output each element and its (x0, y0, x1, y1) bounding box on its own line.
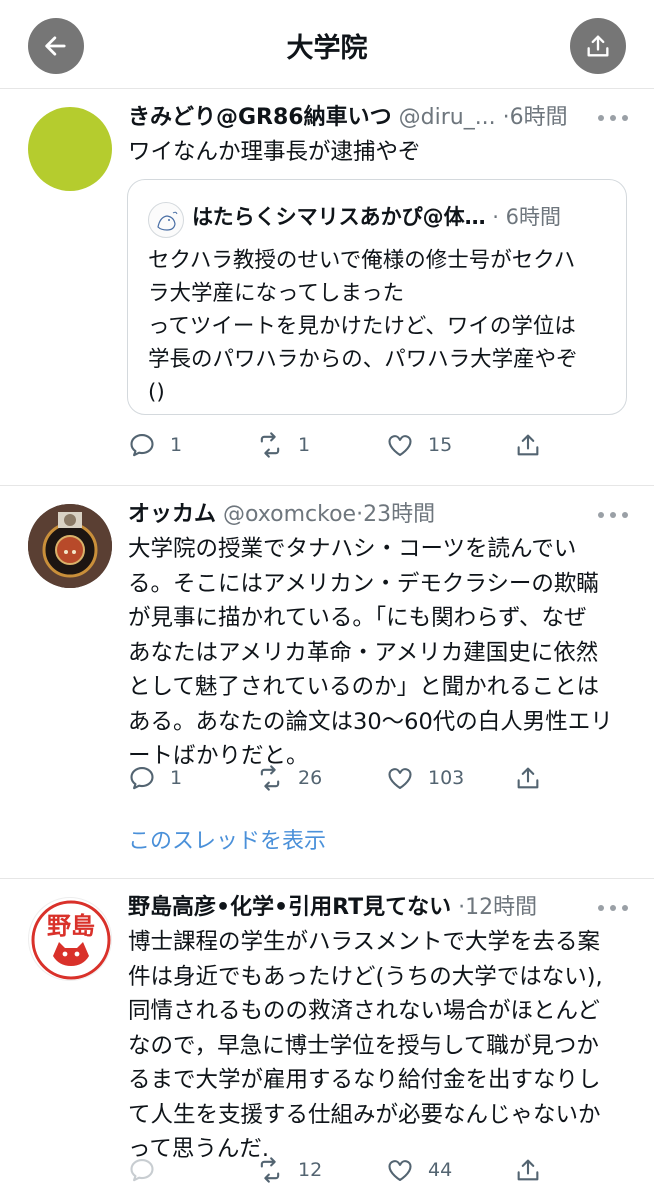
like-count: 103 (428, 767, 465, 789)
quote-timestamp: · 6時間 (492, 205, 561, 229)
chipmunk-sketch-icon (157, 211, 178, 231)
share-icon (517, 1159, 539, 1181)
reply-button[interactable]: 1 (128, 427, 182, 463)
page-title: 大学院 (286, 33, 368, 64)
avatar[interactable] (28, 504, 112, 588)
share-tweet-button[interactable] (514, 427, 542, 463)
retweet-icon (260, 432, 280, 458)
tweet-actions: 1 1 15 (128, 427, 558, 463)
more-icon[interactable] (598, 512, 628, 522)
like-count: 44 (428, 1159, 453, 1181)
reply-button[interactable]: 1 (128, 760, 182, 796)
reply-button[interactable] (128, 1152, 170, 1188)
share-button[interactable] (570, 18, 626, 74)
reply-count: 1 (170, 434, 183, 456)
author-name[interactable]: 野島高彦•化学•引用RT見てない (128, 895, 451, 920)
reply-icon (130, 434, 154, 457)
avatar[interactable] (28, 107, 112, 191)
retweet-button[interactable]: 1 (256, 427, 310, 463)
like-button[interactable]: 44 (386, 1152, 452, 1188)
separator-dot: · (502, 105, 510, 130)
reply-count: 1 (170, 767, 183, 789)
retweet-button[interactable]: 26 (256, 760, 322, 796)
retweet-count: 26 (298, 767, 323, 789)
quote-text: セクハラ教授のせいで俺様の修士号がセクハ ラ大学産になってしまった ってツイート… (148, 248, 578, 405)
quote-avatar (148, 202, 184, 238)
tweet-text: 博士課程の学生がハラスメントで大学を去る案 件は身近でもあったけど(うちの大学で… (128, 929, 603, 1162)
retweet-icon (260, 1157, 280, 1183)
retweet-count: 12 (298, 1159, 323, 1181)
reply-icon (130, 767, 154, 790)
like-button[interactable]: 15 (386, 427, 452, 463)
show-thread-link[interactable]: このスレッドを表示 (128, 823, 326, 855)
tweet-text: ワイなんか理事長が逮捕やぞ (128, 139, 421, 165)
tweet-header: きみどり@GR86納車いつ @diru_... ·6時間 (128, 103, 584, 133)
share-icon (587, 35, 609, 57)
avatar[interactable]: 野島 (28, 897, 112, 981)
author-name[interactable]: オッカム (128, 502, 216, 527)
timestamp[interactable]: 12時間 (465, 895, 537, 920)
like-button[interactable]: 103 (386, 760, 464, 796)
quoted-tweet[interactable]: はたらくシマリスあかぴ@体… · 6時間 セクハラ教授のせいで俺様の修士号がセク… (127, 179, 627, 415)
tweet[interactable]: 野島 野島高彦•化学•引用RT見てない ·12時間 博士課程の学生がハラスメント… (0, 879, 654, 1200)
tweet-header: オッカム @oxomckoe·23時間 (128, 500, 584, 530)
like-icon (388, 435, 412, 456)
share-icon (517, 434, 539, 456)
tweet[interactable]: オッカム @oxomckoe·23時間 大学院の授業でタナハシ・コーツを読んでい… (0, 486, 654, 879)
tweet-header: 野島高彦•化学•引用RT見てない ·12時間 (128, 893, 584, 923)
share-tweet-button[interactable] (514, 1152, 542, 1188)
more-icon[interactable] (598, 115, 628, 125)
retweet-button[interactable]: 12 (256, 1152, 322, 1188)
author-name[interactable]: きみどり@GR86納車いつ (128, 105, 392, 130)
tweet-actions: 1 26 103 (128, 760, 558, 796)
like-count: 15 (428, 434, 453, 456)
timestamp[interactable]: 6時間 (510, 105, 568, 130)
reply-icon (130, 1159, 154, 1182)
author-handle[interactable]: @oxomckoe (223, 502, 356, 527)
tweet-text: 大学院の授業でタナハシ・コーツを読んでい る。そこにはアメリカン・デモクラシーの… (128, 536, 613, 769)
quote-author-name: はたらくシマリスあかぴ@体… (192, 205, 486, 229)
tweet[interactable]: きみどり@GR86納車いつ @diru_... ·6時間 ワイなんか理事長が逮捕… (0, 89, 654, 486)
more-icon[interactable] (598, 905, 628, 915)
quote-header: はたらくシマリスあかぴ@体… · 6時間 (192, 202, 606, 232)
ornate-clock-image (28, 504, 112, 588)
timestamp[interactable]: 23時間 (363, 502, 435, 527)
stamp-text: 野島 (47, 911, 95, 940)
like-icon (388, 1160, 412, 1181)
like-icon (388, 768, 412, 789)
author-handle[interactable]: @diru_... (399, 105, 496, 130)
tweet-actions: 12 44 (128, 1152, 558, 1188)
share-icon (517, 767, 539, 789)
top-bar: 大学院 (0, 0, 654, 89)
retweet-icon (260, 765, 280, 791)
share-tweet-button[interactable] (514, 760, 542, 796)
retweet-count: 1 (298, 434, 311, 456)
